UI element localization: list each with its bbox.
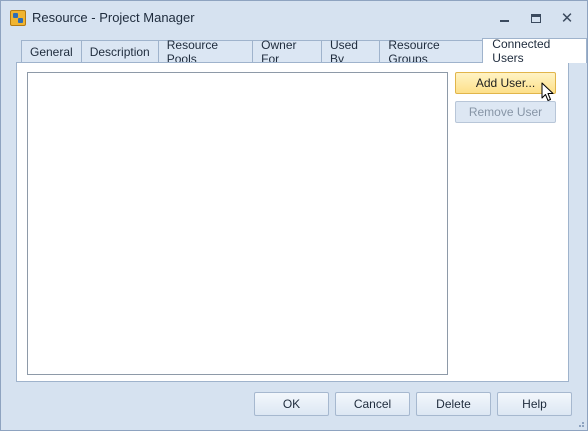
ok-button[interactable]: OK bbox=[254, 392, 329, 416]
resource-app-icon bbox=[10, 10, 26, 26]
resource-dialog: Resource - Project Manager ✕ General Des… bbox=[0, 0, 588, 431]
tab-resource-pools[interactable]: Resource Pools bbox=[157, 38, 253, 66]
cancel-button[interactable]: Cancel bbox=[335, 392, 410, 416]
tab-general[interactable]: General bbox=[21, 40, 81, 63]
tab-used-by[interactable]: Used By bbox=[320, 38, 380, 66]
title-bar[interactable]: Resource - Project Manager ✕ bbox=[1, 1, 587, 34]
mouse-cursor-icon bbox=[541, 82, 554, 101]
maximize-button[interactable] bbox=[526, 9, 546, 27]
window-title: Resource - Project Manager bbox=[32, 10, 195, 25]
delete-button[interactable]: Delete bbox=[416, 392, 491, 416]
minimize-icon bbox=[499, 20, 509, 22]
tab-resource-groups[interactable]: Resource Groups bbox=[379, 38, 483, 66]
tab-owner-for[interactable]: Owner For bbox=[252, 38, 321, 66]
tab-strip: General Description Resource Pools Owner… bbox=[21, 37, 587, 66]
tab-connected-users[interactable]: Connected Users bbox=[482, 37, 587, 65]
maximize-icon bbox=[531, 13, 541, 23]
minimize-button[interactable] bbox=[494, 9, 514, 27]
connected-users-panel: Add User... Remove User bbox=[16, 62, 569, 382]
resize-grip-icon[interactable] bbox=[575, 418, 585, 428]
tab-description[interactable]: Description bbox=[80, 40, 158, 63]
remove-user-button[interactable]: Remove User bbox=[455, 101, 556, 123]
close-icon: ✕ bbox=[560, 10, 574, 27]
close-button[interactable]: ✕ bbox=[557, 9, 577, 27]
connected-users-list[interactable] bbox=[27, 72, 448, 375]
help-button[interactable]: Help bbox=[497, 392, 572, 416]
